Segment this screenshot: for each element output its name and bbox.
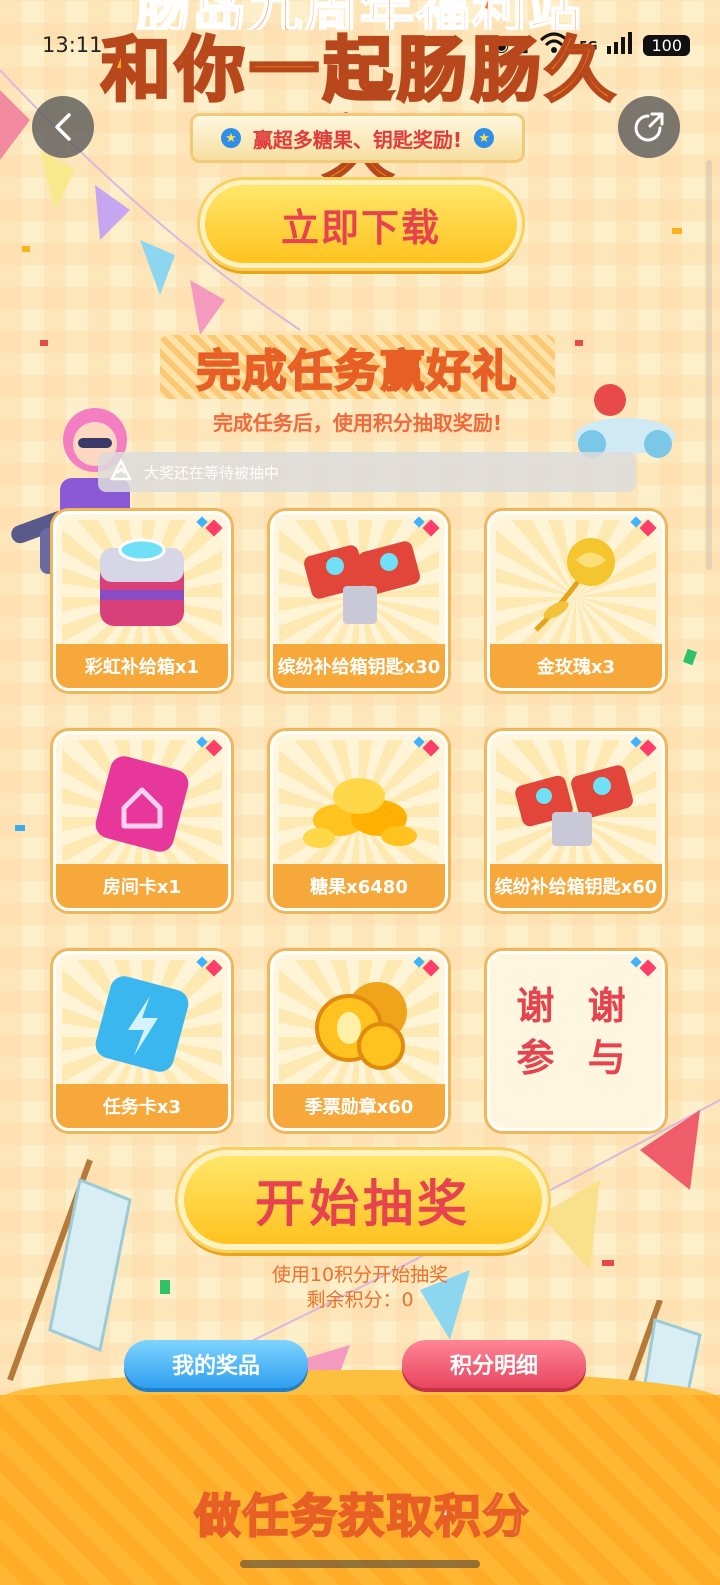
prize-label: 糖果x6480: [273, 864, 445, 908]
birthday-flag-decor: [7, 1158, 132, 1382]
earn-points-heading: 做任务获取积分: [194, 1488, 531, 1544]
star-icon: ★: [220, 128, 241, 148]
prize-cell: 房间卡x1: [53, 731, 231, 911]
marquee-text: 大奖还在等待被抽中: [144, 463, 280, 482]
event-title-line2: 和你一起肠肠久久: [100, 29, 619, 192]
share-button[interactable]: [618, 96, 680, 158]
gold-rose-icon: [534, 538, 615, 632]
task-section-subtitle: 完成任务后，使用积分抽取奖励!: [212, 411, 503, 435]
chevron-left-icon: [55, 113, 71, 141]
prize-cell: 糖果x6480: [270, 731, 448, 911]
scrollbar[interactable]: [706, 160, 712, 570]
candy-icon: [303, 778, 417, 848]
prize-cell: 缤纷补给箱钥匙x60: [487, 731, 665, 911]
prize-label: 金玫瑰x3: [490, 644, 662, 688]
my-prizes-label: 我的奖品: [171, 1354, 260, 1379]
share-icon: [634, 112, 664, 142]
points-detail-label: 积分明细: [449, 1354, 538, 1379]
prize-cell: 金玫瑰x3: [487, 511, 665, 691]
prize-cell-thanks: 谢 谢 参 与: [487, 951, 665, 1131]
prize-cell: 缤纷补给箱钥匙x30: [270, 511, 448, 691]
prize-label: 任务卡x3: [56, 1084, 228, 1128]
prize-marquee: 大奖还在等待被抽中: [98, 452, 636, 492]
medal-icon: [315, 982, 407, 1070]
prize-cell: 任务卡x3: [53, 951, 231, 1131]
start-draw-button[interactable]: 开始抽奖: [178, 1150, 548, 1250]
prize-label: 缤纷补给箱钥匙x30: [273, 644, 445, 688]
task-section-title: 完成任务赢好礼: [160, 335, 555, 399]
back-button[interactable]: [32, 96, 94, 158]
key-icon: [515, 765, 633, 846]
prize-cell: 季票勋章x60: [270, 951, 448, 1131]
draw-cost-text: 使用10积分开始抽奖: [271, 1264, 449, 1286]
remaining-points-text: 剩余积分：0: [306, 1289, 414, 1311]
key-icon: [304, 541, 420, 624]
start-draw-label: 开始抽奖: [255, 1175, 471, 1233]
prize-label: 彩虹补给箱x1: [56, 644, 228, 688]
prize-label: 季票勋章x60: [273, 1084, 445, 1128]
points-detail-button[interactable]: 积分明细: [402, 1340, 586, 1388]
home-indicator[interactable]: [240, 1560, 480, 1568]
draw-info: 使用10积分开始抽奖 剩余积分：0: [200, 1263, 520, 1313]
prize-label: 房间卡x1: [56, 864, 228, 908]
supply-box-icon: [100, 538, 184, 626]
download-button-label: 立即下载: [280, 205, 441, 250]
task-card-icon: [95, 976, 189, 1072]
thanks-label: 谢 谢 参 与: [516, 984, 636, 1080]
task-section-header: 完成任务赢好礼 完成任务后，使用积分抽取奖励!: [160, 335, 555, 436]
subtitle-text: 赢超多糖果、钥匙奖励!: [252, 127, 463, 152]
prize-label: 缤纷补给箱钥匙x60: [490, 864, 662, 908]
prize-cell: 彩虹补给箱x1: [53, 511, 231, 691]
subtitle-ribbon: ★ 赢超多糖果、钥匙奖励! ★: [190, 113, 525, 163]
my-prizes-button[interactable]: 我的奖品: [124, 1340, 308, 1388]
event-title-line1: 肠岛九周年福利站: [80, 0, 640, 30]
trophy-icon: [108, 457, 134, 486]
star-icon: ★: [474, 128, 495, 148]
room-card-icon: [95, 756, 189, 852]
download-button[interactable]: 立即下载: [200, 180, 522, 268]
